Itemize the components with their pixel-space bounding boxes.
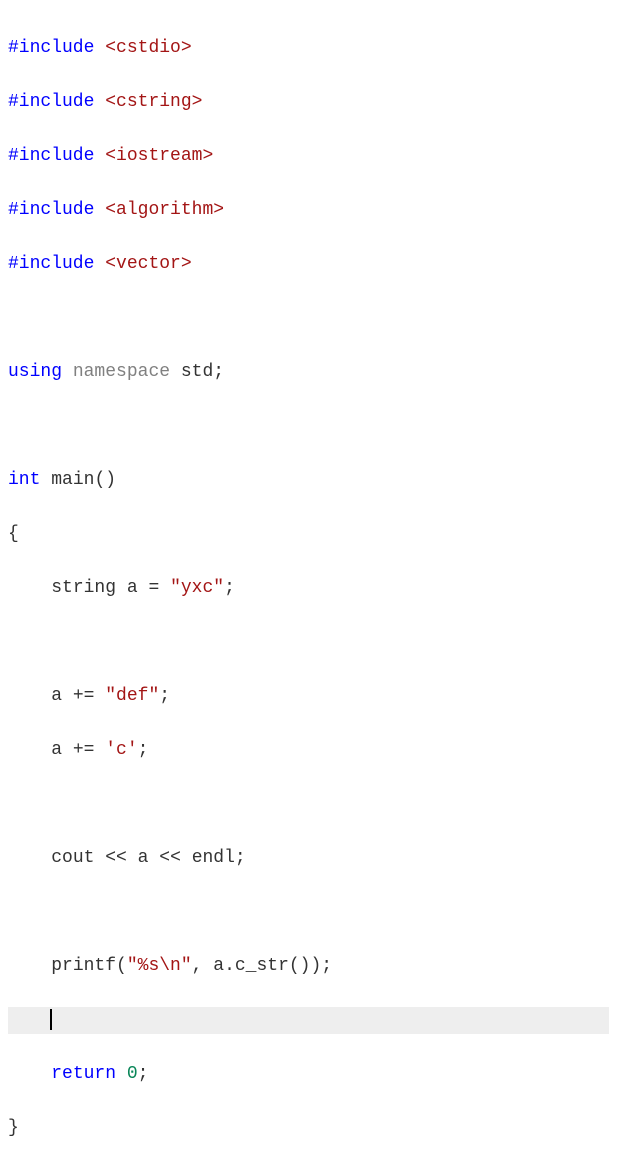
- ns-id: std: [181, 362, 213, 382]
- var-a: a: [127, 578, 138, 598]
- append-def: a += "def";: [8, 683, 609, 710]
- include-line: #include <iostream>: [8, 143, 609, 170]
- using-line: using namespace std;: [8, 359, 609, 386]
- preproc-kw: #include: [8, 146, 94, 166]
- text-caret: [50, 1009, 52, 1030]
- brace-open: {: [8, 521, 609, 548]
- kw-return: return: [51, 1064, 116, 1084]
- code-block: #include <cstdio> #include <cstring> #in…: [8, 8, 609, 1150]
- include-line: #include <algorithm>: [8, 197, 609, 224]
- append-c: a += 'c';: [8, 737, 609, 764]
- preproc-kw: #include: [8, 38, 94, 58]
- header-4: <vector>: [105, 254, 191, 274]
- blank-line: [8, 899, 609, 926]
- include-line: #include <vector>: [8, 251, 609, 278]
- preproc-kw: #include: [8, 200, 94, 220]
- preproc-kw: #include: [8, 92, 94, 112]
- include-line: #include <cstring>: [8, 89, 609, 116]
- decl-line: string a = "yxc";: [8, 575, 609, 602]
- kw-int: int: [8, 470, 40, 490]
- char-c: 'c': [105, 740, 137, 760]
- num-zero: 0: [127, 1064, 138, 1084]
- include-line: #include <cstdio>: [8, 35, 609, 62]
- header-2: <iostream>: [105, 146, 213, 166]
- printf-line: printf("%s\n", a.c_str());: [8, 953, 609, 980]
- fmt-string: "%s\n": [127, 956, 192, 976]
- str-yxc: "yxc": [170, 578, 224, 598]
- kw-using: using: [8, 362, 62, 382]
- main-sig: int main(): [8, 467, 609, 494]
- blank-line: [8, 413, 609, 440]
- type-string: string: [51, 578, 116, 598]
- brace-close: }: [8, 1115, 609, 1142]
- header-1: <cstring>: [105, 92, 202, 112]
- preproc-kw: #include: [8, 254, 94, 274]
- header-0: <cstdio>: [105, 38, 191, 58]
- cout-line: cout << a << endl;: [8, 845, 609, 872]
- header-3: <algorithm>: [105, 200, 224, 220]
- blank-line: [8, 791, 609, 818]
- fn-main: main: [51, 470, 94, 490]
- kw-namespace: namespace: [73, 362, 170, 382]
- arg-cstr: a.c_str(): [213, 956, 310, 976]
- caret-line: [8, 1007, 609, 1034]
- str-def: "def": [105, 686, 159, 706]
- return-line: return 0;: [8, 1061, 609, 1088]
- blank-line: [8, 629, 609, 656]
- blank-line: [8, 305, 609, 332]
